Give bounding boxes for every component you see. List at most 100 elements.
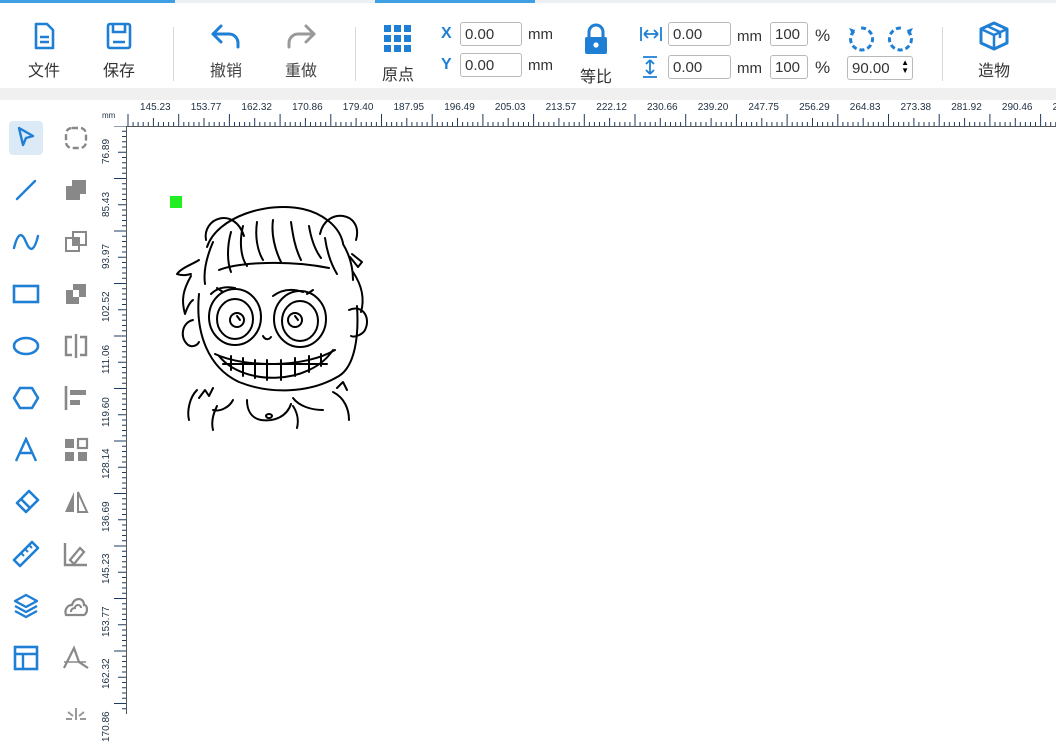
union-tool[interactable]: [59, 173, 93, 207]
top-toolbar: 文件 保存 撤销 重做 原点 X 0.00 mm Y 0.00 mm 等比 0.…: [0, 3, 1056, 89]
rounded-rect-tool[interactable]: [59, 121, 93, 155]
save-label: 保存: [102, 61, 135, 80]
width-percent-sign: %: [815, 26, 831, 45]
design-canvas[interactable]: [127, 127, 1056, 714]
spin-arrows-icon[interactable]: ▲ ▼: [901, 59, 909, 75]
align-tool[interactable]: [59, 381, 93, 415]
subtract-tool[interactable]: [59, 277, 93, 311]
ellipse-icon: [12, 336, 40, 356]
ruler-v-label: 145.23: [101, 553, 112, 584]
layout-tool[interactable]: [9, 641, 43, 675]
rotate-angle-input[interactable]: 90.00 ▲ ▼: [847, 56, 913, 80]
array-tool[interactable]: [59, 433, 93, 467]
ruler-h-label: 239.20: [697, 102, 729, 113]
ruler-v-label: 85.43: [101, 191, 112, 217]
build-button[interactable]: 造物: [966, 21, 1022, 81]
width-percent-input[interactable]: 100: [770, 22, 808, 46]
offset-icon: [64, 597, 89, 617]
x-unit: mm: [528, 26, 553, 43]
undo-button[interactable]: 撤销: [198, 21, 254, 81]
toolbar-divider: [173, 27, 174, 81]
offset-tool[interactable]: [59, 589, 93, 623]
mirror-icon: [64, 334, 88, 358]
text-tool[interactable]: [9, 433, 43, 467]
ruler-v-label: 153.77: [101, 605, 112, 637]
width-input[interactable]: 0.00: [668, 22, 731, 46]
measure-tool[interactable]: [9, 537, 43, 571]
ruler-h-label: 222.12: [596, 102, 627, 113]
build-label: 造物: [977, 61, 1010, 80]
select-tool[interactable]: [9, 121, 43, 155]
height-unit: mm: [737, 60, 762, 77]
flip-tool[interactable]: [59, 485, 93, 519]
rectangle-tool[interactable]: [9, 277, 43, 311]
x-label: X: [441, 25, 452, 42]
height-percent-input[interactable]: 100: [770, 55, 808, 79]
ruler-v-label: 102.52: [101, 290, 112, 322]
intersect-icon: [65, 231, 87, 252]
ruler-h-label: 170.86: [292, 102, 323, 113]
line-tool[interactable]: [9, 173, 43, 207]
overflow-icon: [1049, 21, 1056, 51]
y-unit: mm: [528, 57, 553, 74]
ruler-v-label: 119.60: [101, 396, 112, 427]
more-tool[interactable]: [59, 693, 93, 727]
ruler-h-label: 281.92: [951, 102, 982, 113]
cursor-arrow-icon: [17, 126, 35, 147]
undo-label: 撤销: [209, 61, 242, 80]
y-input[interactable]: 0.00: [460, 53, 522, 77]
eraser-tool[interactable]: [9, 485, 43, 519]
mirror-tool[interactable]: [59, 329, 93, 363]
eraser-icon: [15, 489, 40, 514]
redo-button[interactable]: 重做: [273, 21, 329, 81]
ruler-icon: [12, 540, 40, 568]
align-left-icon: [64, 386, 86, 410]
ruler-h-label: 187.95: [393, 102, 425, 113]
vertical-ruler: 76.89 85.43 93.97 102.52 111.06 119.60 128.14 1…: [100, 126, 127, 742]
origin-button[interactable]: 原点: [370, 23, 426, 85]
ruler-h-label: 145.23: [140, 102, 171, 113]
save-button[interactable]: 保存: [91, 21, 147, 81]
rotate-cw-icon[interactable]: [886, 23, 916, 53]
sparkle-icon: [66, 708, 86, 720]
height-input[interactable]: 0.00: [668, 55, 731, 79]
ruler-unit: mm: [102, 111, 116, 120]
file-button[interactable]: 文件: [16, 21, 72, 81]
proportion-lock-button[interactable]: 等比: [568, 23, 624, 87]
x-input[interactable]: 0.00: [460, 22, 522, 46]
ruler-h-label: 247.75: [748, 102, 779, 113]
ellipse-tool[interactable]: [9, 329, 43, 363]
text-a-icon: [14, 437, 38, 462]
ruler-v-label: 162.32: [101, 658, 112, 689]
ruler-v-label: 170.86: [101, 710, 112, 742]
intersect-tool[interactable]: [59, 225, 93, 259]
toolbar-gutter: [0, 88, 1056, 100]
left-toolbar: [0, 100, 100, 720]
overflow-button[interactable]: [1046, 21, 1056, 51]
ruler-h-label: 153.77: [190, 102, 222, 113]
ruler-h-label: 256.29: [799, 102, 830, 113]
path-icon: [63, 645, 89, 669]
path-tool[interactable]: [59, 641, 93, 675]
ruler-h-label: 273.38: [900, 102, 932, 113]
curve-tool[interactable]: [9, 225, 43, 259]
ruler-h-label: 196.49: [444, 102, 475, 113]
sketch-icon: [63, 543, 87, 567]
rotate-ccw-icon[interactable]: [846, 23, 876, 53]
ruler-h-label: 230.66: [647, 102, 678, 113]
sketch-tool[interactable]: [59, 537, 93, 571]
cube-icon: [979, 21, 1009, 51]
girl-line-drawing[interactable]: [173, 202, 433, 432]
rotate-angle-value: 90.00: [852, 60, 890, 77]
union-icon: [66, 180, 86, 200]
polygon-tool[interactable]: [9, 381, 43, 415]
curve-icon: [12, 234, 40, 250]
horizontal-ruler: mm 145.23 153.77 162.32 170.86 179.40 187.95 1…: [100, 100, 1056, 127]
save-icon: [106, 22, 132, 50]
ruler-h-label: 290.46: [1001, 102, 1033, 113]
undo-icon: [211, 24, 240, 49]
layers-tool[interactable]: [9, 589, 43, 623]
ruler-h-label: 264.83: [849, 102, 881, 113]
ruler-h-label: 213.57: [545, 102, 577, 113]
grid-array-icon: [65, 437, 89, 461]
